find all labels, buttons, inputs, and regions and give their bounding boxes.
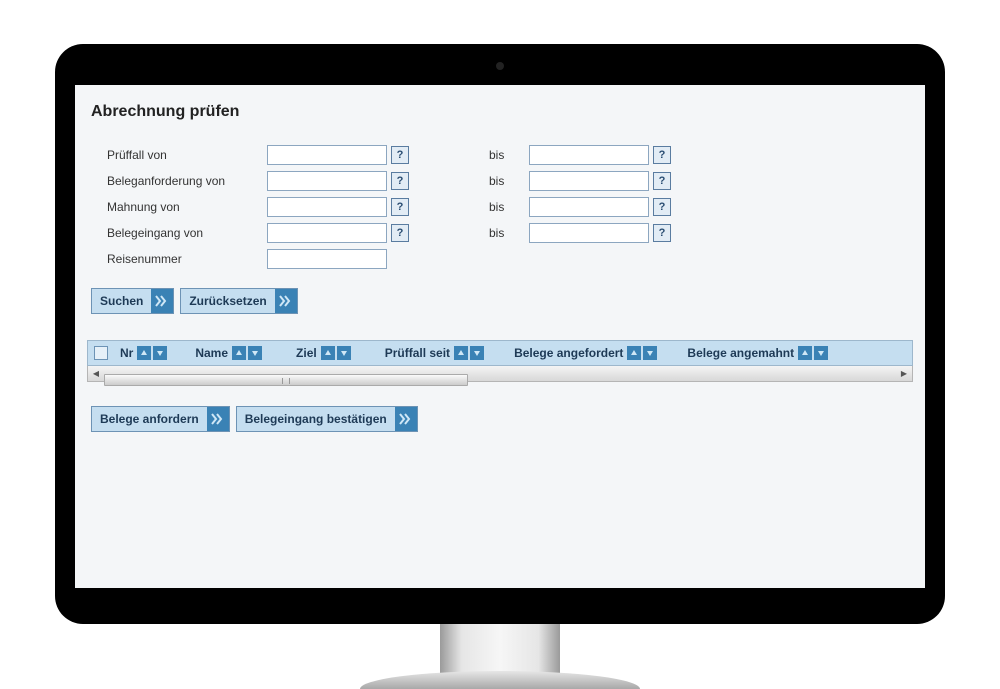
input-prueffall-von[interactable] (267, 145, 387, 165)
filter-row-mahnung: Mahnung von ? bis ? (107, 194, 913, 220)
forward-icon (151, 289, 173, 313)
label-beleganforderung-bis: bis (489, 174, 529, 188)
help-icon[interactable]: ? (391, 198, 409, 216)
help-icon[interactable]: ? (653, 146, 671, 164)
scroll-left-icon[interactable]: ◀ (88, 366, 104, 380)
monitor-bezel: Abrechnung prüfen Prüffall von ? bis ? B… (61, 50, 939, 618)
request-docs-button[interactable]: Belege anfordern (91, 406, 230, 432)
label-mahnung-bis: bis (489, 200, 529, 214)
input-beleganforderung-von[interactable] (267, 171, 387, 191)
label-belegeingang-von: Belegeingang von (107, 226, 267, 240)
sort-asc-icon[interactable] (627, 346, 641, 360)
sort-desc-icon[interactable] (643, 346, 657, 360)
sort-desc-icon[interactable] (248, 346, 262, 360)
sort-desc-icon[interactable] (153, 346, 167, 360)
sort-asc-icon[interactable] (798, 346, 812, 360)
column-belege-angefordert: Belege angefordert (498, 346, 667, 360)
filter-form: Prüffall von ? bis ? Beleganforderung vo… (87, 136, 913, 278)
search-button-row: Suchen Zurücksetzen (87, 278, 913, 320)
column-prueffall-seit: Prüffall seit (365, 346, 494, 360)
search-button[interactable]: Suchen (91, 288, 174, 314)
column-belege-angemahnt: Belege angemahnt (671, 346, 838, 360)
filter-row-beleganforderung: Beleganforderung von ? bis ? (107, 168, 913, 194)
input-beleganforderung-bis[interactable] (529, 171, 649, 191)
label-beleganforderung-von: Beleganforderung von (107, 174, 267, 188)
column-label: Prüffall seit (385, 346, 450, 360)
label-mahnung-von: Mahnung von (107, 200, 267, 214)
column-label: Name (195, 346, 228, 360)
monitor-frame: Abrechnung prüfen Prüffall von ? bis ? B… (55, 44, 945, 624)
label-belegeingang-bis: bis (489, 226, 529, 240)
column-label: Nr (120, 346, 133, 360)
label-prueffall-bis: bis (489, 148, 529, 162)
reset-button[interactable]: Zurücksetzen (180, 288, 297, 314)
input-mahnung-von[interactable] (267, 197, 387, 217)
label-reisenummer: Reisenummer (107, 252, 267, 266)
forward-icon (207, 407, 229, 431)
select-all-checkbox[interactable] (94, 346, 108, 360)
help-icon[interactable]: ? (391, 172, 409, 190)
input-prueffall-bis[interactable] (529, 145, 649, 165)
column-label: Belege angefordert (514, 346, 623, 360)
input-reisenummer[interactable] (267, 249, 387, 269)
monitor-stand-neck (440, 619, 560, 674)
scroll-right-icon[interactable]: ▶ (896, 366, 912, 380)
help-icon[interactable]: ? (391, 146, 409, 164)
help-icon[interactable]: ? (653, 172, 671, 190)
column-label: Belege angemahnt (687, 346, 794, 360)
sort-asc-icon[interactable] (137, 346, 151, 360)
input-mahnung-bis[interactable] (529, 197, 649, 217)
input-belegeingang-von[interactable] (267, 223, 387, 243)
column-ziel: Ziel (276, 346, 361, 360)
column-label: Ziel (296, 346, 317, 360)
input-belegeingang-bis[interactable] (529, 223, 649, 243)
action-button-row: Belege anfordern Belegeingang bestätigen (87, 396, 913, 438)
forward-icon (395, 407, 417, 431)
column-name: Name (181, 346, 272, 360)
request-docs-label: Belege anfordern (92, 408, 207, 430)
confirm-docs-label: Belegeingang bestätigen (237, 408, 395, 430)
label-prueffall-von: Prüffall von (107, 148, 267, 162)
column-nr: Nr (120, 346, 177, 360)
scrollbar-thumb[interactable] (104, 374, 468, 386)
confirm-docs-button[interactable]: Belegeingang bestätigen (236, 406, 418, 432)
sort-asc-icon[interactable] (454, 346, 468, 360)
horizontal-scrollbar[interactable]: ◀ ▶ (87, 366, 913, 382)
filter-row-belegeingang: Belegeingang von ? bis ? (107, 220, 913, 246)
table-header: Nr Name Ziel (87, 340, 913, 366)
forward-icon (275, 289, 297, 313)
reset-button-label: Zurücksetzen (181, 290, 274, 312)
filter-row-prueffall: Prüffall von ? bis ? (107, 142, 913, 168)
help-icon[interactable]: ? (653, 224, 671, 242)
page-title: Abrechnung prüfen (87, 95, 913, 136)
sort-asc-icon[interactable] (232, 346, 246, 360)
sort-asc-icon[interactable] (321, 346, 335, 360)
filter-row-reisenummer: Reisenummer (107, 246, 913, 272)
monitor-stand-base (360, 671, 640, 689)
app-screen: Abrechnung prüfen Prüffall von ? bis ? B… (75, 85, 925, 588)
sort-desc-icon[interactable] (337, 346, 351, 360)
help-icon[interactable]: ? (653, 198, 671, 216)
search-button-label: Suchen (92, 290, 151, 312)
help-icon[interactable]: ? (391, 224, 409, 242)
sort-desc-icon[interactable] (470, 346, 484, 360)
sort-desc-icon[interactable] (814, 346, 828, 360)
